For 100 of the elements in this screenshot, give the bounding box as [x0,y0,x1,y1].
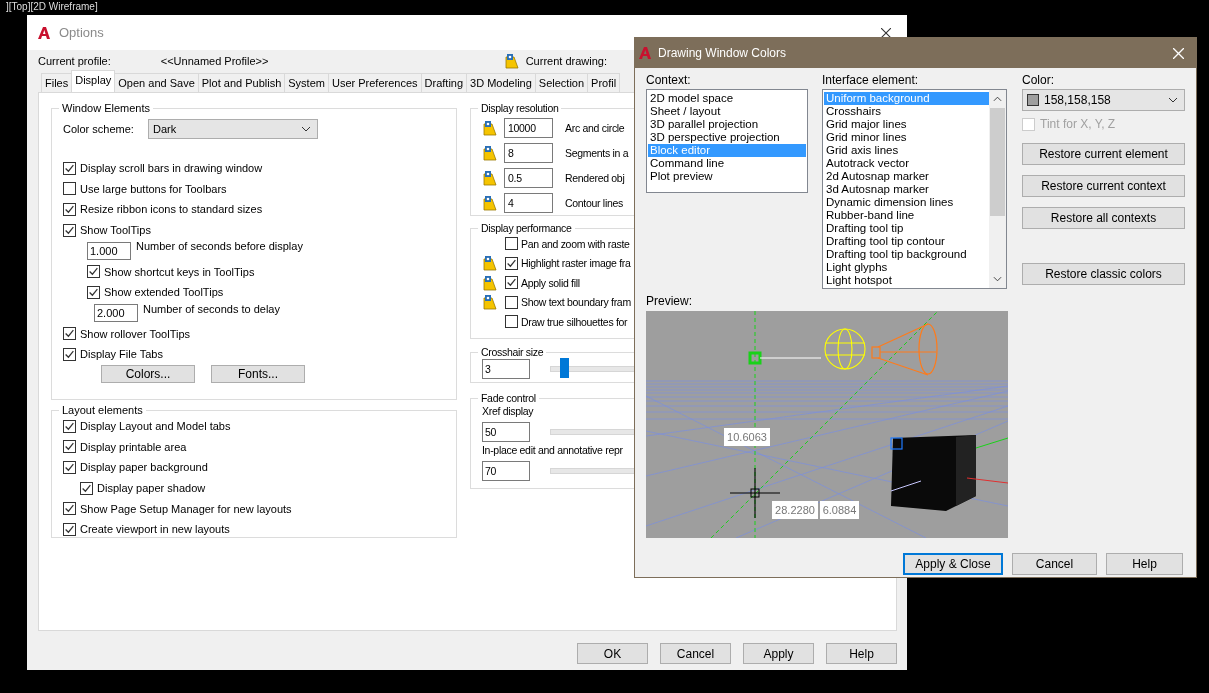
restore-button[interactable]: Restore classic colors [1022,263,1185,285]
dialog-button[interactable]: Apply & Close [903,553,1003,575]
checkbox-label: Display paper shadow [97,482,206,495]
tab[interactable]: Files [41,73,73,92]
list-item[interactable]: Drafting tool tip [824,222,989,235]
checkbox[interactable] [87,285,100,299]
checkbox-label: Highlight raster image fra [521,257,631,270]
dialog-button[interactable]: Colors... [101,364,195,383]
list-item[interactable]: Drafting tool tip contour [824,235,989,248]
list-item[interactable]: Command line [648,157,806,170]
checkbox[interactable] [63,347,76,361]
list-item[interactable]: 3d Autosnap marker [824,183,989,196]
dialog-button[interactable]: Help [826,643,897,664]
restore-button[interactable]: Restore all contexts [1022,207,1185,229]
list-item[interactable]: Grid axis lines [824,144,989,157]
group-title: Crosshair size [480,346,545,358]
list-item[interactable]: Rubber-band line [824,209,989,222]
dialog-button[interactable]: Fonts... [211,364,305,383]
chevron-icon [301,126,311,132]
number-field[interactable]: 0.5 [504,167,553,188]
checkbox[interactable] [63,461,76,474]
tab[interactable]: Profil [587,73,621,92]
window-title: Drawing Window Colors [658,46,787,60]
restore-button[interactable]: Restore current context [1022,175,1185,197]
color-dropdown[interactable]: 158,158,158 [1022,89,1185,111]
checkbox[interactable] [63,327,76,341]
checkbox-label: Display paper background [80,461,208,474]
tab[interactable]: 3D Modeling [466,73,536,92]
list-item[interactable]: Grid major lines [824,118,989,131]
color-scheme-dropdown[interactable]: Dark [148,119,318,139]
checkbox[interactable] [505,295,518,309]
checkbox-label: Show ToolTips [80,224,151,237]
checkbox[interactable] [80,481,93,495]
chevron-icon [1168,97,1178,103]
saved-in-drawing-icon [482,119,498,136]
checkbox-label: Show extended ToolTips [104,286,224,299]
number-field[interactable]: 8 [504,142,553,163]
list-item[interactable]: Dynamic dimension lines [824,196,989,209]
dimension-label: 10.6063 [724,428,770,446]
drawing-label: Current drawing: [525,55,607,67]
checkbox-label: Resize ribbon icons to standard sizes [80,203,263,216]
checkbox[interactable] [505,276,518,290]
group-title: Fade control [480,392,537,404]
number-field[interactable]: 2.000 [94,304,138,323]
field-label: Rendered obj [565,171,625,184]
checkbox-label: Show shortcut keys in ToolTips [104,265,255,278]
checkbox[interactable] [505,315,518,329]
tab[interactable]: Display [71,70,116,92]
list-item[interactable]: Drafting tool tip background [824,248,989,261]
list-item[interactable]: Grid minor lines [824,131,989,144]
number-field[interactable]: 1.000 [87,241,131,260]
number-field[interactable]: 70 [482,461,530,481]
checkbox[interactable] [505,256,518,270]
number-field[interactable]: 4 [504,192,553,213]
dialog-button[interactable]: Cancel [660,643,731,664]
group-title: Display performance [480,222,573,234]
number-field[interactable]: 10000 [504,117,553,138]
dialog-button[interactable]: Cancel [1012,553,1097,575]
checkbox-label: Display printable area [80,440,187,453]
list-item[interactable]: 2D model space [648,92,806,105]
list-item[interactable]: Plot preview [648,170,806,183]
window-title: Options [59,25,104,40]
checkbox[interactable] [63,161,76,175]
list-item[interactable]: Light glyphs [824,261,989,274]
slider-thumb[interactable] [559,358,569,378]
checkbox[interactable] [63,182,76,196]
dialog-button[interactable]: Apply [743,643,814,664]
field-label: Number of seconds to delay [143,302,280,315]
checkbox[interactable] [63,440,76,454]
list-item[interactable]: 3D parallel projection [648,118,806,131]
list-label: Interface element: [822,72,920,89]
number-field[interactable]: 50 [482,422,530,442]
tab[interactable]: Drafting [420,73,468,92]
tab[interactable]: Open and Save [114,73,199,92]
list-item[interactable]: Autotrack vector [824,157,989,170]
scrollbar[interactable] [989,90,1006,288]
list-item[interactable]: 2d Autosnap marker [824,170,989,183]
app-logo-icon [638,46,652,60]
checkbox[interactable] [63,223,76,237]
checkbox[interactable] [505,237,518,251]
list-item[interactable]: Sheet / layout [648,105,806,118]
list-item[interactable]: Crosshairs [824,105,989,118]
scroll-down-icon[interactable] [993,276,1002,282]
checkbox[interactable] [63,502,76,516]
list-item[interactable]: Light hotspot [824,274,989,287]
dialog-button[interactable]: Help [1106,553,1183,575]
dialog-button[interactable]: OK [577,643,648,664]
restore-button[interactable]: Restore current element [1022,143,1185,165]
number-field[interactable]: 3 [482,359,530,379]
checkbox[interactable] [63,203,76,216]
tab[interactable]: System [284,73,329,92]
close-icon[interactable] [881,27,891,38]
scroll-up-icon[interactable] [993,96,1002,102]
field-label: Color scheme: [63,123,135,135]
field-label: Number of seconds before display [136,240,303,253]
checkbox[interactable] [63,419,76,433]
checkbox[interactable] [63,522,76,536]
list-item[interactable]: 3D perspective projection [648,131,806,144]
dimension-label: 28.2280 [772,501,818,519]
checkbox[interactable] [87,265,100,279]
